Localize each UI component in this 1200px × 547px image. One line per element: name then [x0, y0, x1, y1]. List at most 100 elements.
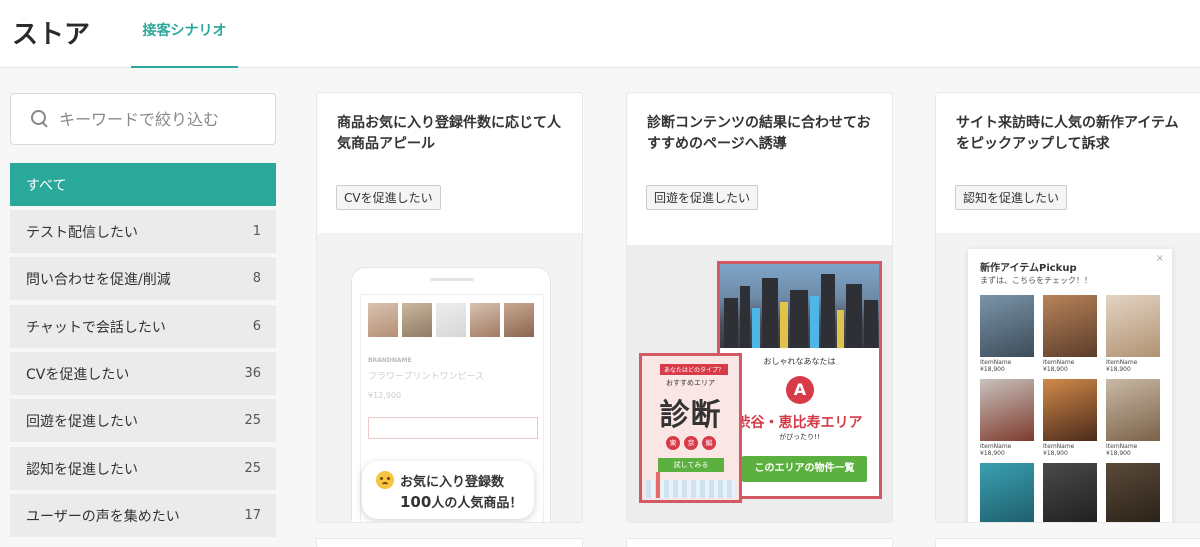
city-photo	[720, 264, 879, 348]
product-thumbnail	[436, 303, 466, 337]
category-cv[interactable]: CVを促進したい 36	[10, 352, 276, 395]
result-intro: おしゃれなあなたは	[763, 357, 836, 366]
category-count: 17	[244, 508, 261, 523]
quiz-chip: 東	[666, 436, 680, 450]
scenario-card-favorites[interactable]: 商品お気に入り登録件数に応じて人気商品アピール CVを促進したい BRANDNA…	[316, 92, 583, 523]
category-count: 1	[252, 224, 261, 239]
category-label: 問い合わせを促進/削減	[26, 271, 171, 288]
category-inquiry[interactable]: 問い合わせを促進/削減 8	[10, 257, 276, 300]
category-chat[interactable]: チャットで会話したい 6	[10, 305, 276, 348]
preview-brand: BRANDNAME	[368, 357, 412, 364]
quiz-chip: 京	[684, 436, 698, 450]
pickup-grid: ItemName ¥18,900 ItemName ¥18,900 ItemName…	[980, 295, 1160, 522]
quiz-chips: 東 京 編	[666, 436, 716, 450]
category-label: 回遊を促進したい	[26, 413, 138, 430]
category-count: 36	[244, 366, 261, 381]
product-thumbnail	[504, 303, 534, 337]
result-fit: がぴったり!!	[779, 433, 820, 441]
category-count: 25	[244, 413, 261, 428]
item-image	[1043, 379, 1097, 441]
pickup-item: ItemName ¥18,900	[1106, 379, 1160, 457]
next-card-stub	[316, 538, 583, 547]
store-title: ストア	[12, 20, 91, 50]
pickup-title: 新作アイテムPickup	[980, 263, 1077, 274]
search-icon	[31, 110, 49, 128]
preview-product-name: フラワープリントワンピース	[368, 372, 485, 382]
pickup-item: ItemName ¥18,900	[980, 379, 1034, 457]
quiz-tag: あなたはどのタイプ？	[660, 364, 729, 375]
search-input[interactable]	[59, 109, 259, 129]
card-preview-image: BRANDNAME フラワープリントワンピース ¥12,900 お気に入り登録数…	[317, 233, 582, 522]
pickup-item: ItemName ¥18,900	[1043, 379, 1097, 457]
quiz-title: 診断	[659, 398, 722, 433]
preview-price: ¥12,900	[368, 391, 402, 400]
category-count: 25	[244, 461, 261, 476]
tab-scenario[interactable]: 接客シナリオ	[131, 0, 238, 68]
result-list-button: このエリアの物件一覧	[742, 456, 867, 482]
scenario-card-diagnosis[interactable]: 診断コンテンツの結果に合わせておすすめのページへ誘導 回遊を促進したい おしゃれ…	[626, 92, 893, 523]
item-image	[1043, 295, 1097, 357]
pickup-subtitle: まずは、こちらをチェック！！	[980, 276, 1092, 285]
category-label: チャットで会話したい	[26, 319, 166, 336]
quiz-subtitle: おすすめエリア	[666, 379, 715, 387]
category-label: テスト配信したい	[26, 224, 138, 241]
card-tag: CVを促進したい	[336, 185, 441, 210]
category-user-voice[interactable]: ユーザーの声を集めたい 17	[10, 494, 276, 537]
next-card-stub	[626, 538, 893, 547]
tab-active-underline	[131, 66, 238, 68]
item-image	[980, 379, 1034, 441]
popular-bubble: お気に入り登録数 100人の人気商品！	[362, 461, 534, 519]
quiz-banner: あなたはどのタイプ？ おすすめエリア 診断 東 京 編 試してみる	[639, 353, 742, 503]
product-thumbnail	[402, 303, 432, 337]
item-name: ItemName	[1106, 359, 1138, 366]
item-image	[1043, 463, 1097, 522]
item-image	[1106, 379, 1160, 441]
search-box[interactable]	[10, 93, 276, 145]
skyline-illustration	[646, 472, 735, 498]
category-all[interactable]: すべて	[10, 163, 276, 206]
bubble-line1: お気に入り登録数	[400, 475, 505, 490]
quiz-chip: 編	[702, 436, 716, 450]
card-tag: 認知を促進したい	[955, 185, 1068, 210]
category-count: 8	[252, 271, 261, 286]
item-image	[980, 295, 1034, 357]
card-title: 商品お気に入り登録件数に応じて人気商品アピール	[337, 115, 561, 152]
category-awareness[interactable]: 認知を促進したい 25	[10, 447, 276, 490]
pickup-item	[1043, 463, 1097, 522]
item-name: ItemName	[1043, 443, 1075, 450]
card-preview-image: おしゃれなあなたは A 渋谷・恵比寿エリア がぴったり!! このエリアの物件一覧…	[627, 245, 892, 522]
preview-notice-box	[368, 417, 538, 439]
phone-speaker	[430, 278, 474, 281]
pickup-item: ItemName ¥18,900	[1043, 295, 1097, 373]
quiz-try-button: 試してみる	[658, 458, 724, 472]
item-name: ItemName	[980, 443, 1012, 450]
scenario-card-pickup[interactable]: サイト来訪時に人気の新作アイテムをピックアップして訴求 認知を促進したい × 新…	[935, 92, 1200, 523]
product-thumbnail	[368, 303, 398, 337]
category-count: 6	[252, 319, 261, 334]
pickup-item	[980, 463, 1034, 522]
item-name: ItemName	[980, 359, 1012, 366]
bubble-suffix: 人の人気商品！	[431, 496, 523, 511]
item-price: ¥18,900	[1106, 366, 1131, 373]
tab-scenario-label: 接客シナリオ	[142, 23, 227, 39]
category-label: CVを促進したい	[26, 366, 130, 383]
category-navigation[interactable]: 回遊を促進したい 25	[10, 399, 276, 442]
next-card-stub	[935, 538, 1200, 547]
item-price: ¥18,900	[980, 366, 1005, 373]
bubble-count: 100	[400, 493, 432, 511]
result-letter-badge: A	[786, 376, 814, 404]
pickup-popup: × 新作アイテムPickup まずは、こちらをチェック！！ ItemName ¥1…	[968, 249, 1172, 522]
top-header: ストア 接客シナリオ	[0, 0, 1200, 68]
pickup-item: ItemName ¥18,900	[1106, 295, 1160, 373]
smile-emoji-icon	[376, 471, 394, 489]
item-name: ItemName	[1106, 443, 1138, 450]
item-image	[1106, 295, 1160, 357]
category-label: ユーザーの声を集めたい	[26, 508, 180, 525]
category-label: 認知を促進したい	[26, 461, 138, 478]
item-price: ¥18,900	[980, 450, 1005, 457]
item-name: ItemName	[1043, 359, 1075, 366]
card-preview-image: × 新作アイテムPickup まずは、こちらをチェック！！ ItemName ¥1…	[936, 233, 1200, 522]
bubble-line2: 100人の人気商品！	[400, 492, 522, 511]
category-test-delivery[interactable]: テスト配信したい 1	[10, 210, 276, 253]
result-area: 渋谷・恵比寿エリア	[736, 415, 863, 431]
